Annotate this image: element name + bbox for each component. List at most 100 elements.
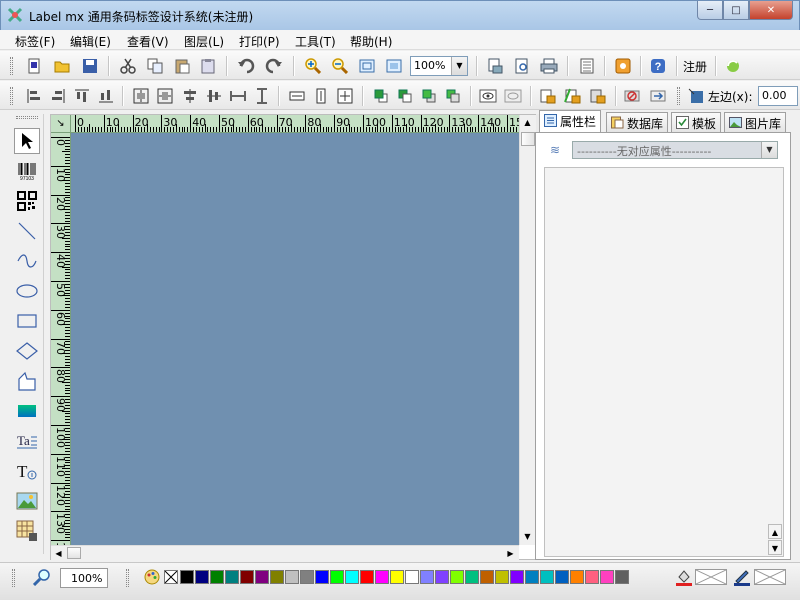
space-vertical-icon[interactable] [311, 86, 331, 106]
send-backward-icon[interactable] [443, 86, 463, 106]
color-swatch[interactable] [525, 570, 539, 584]
curve-tool[interactable] [14, 248, 40, 274]
color-swatch[interactable] [345, 570, 359, 584]
menu-layer[interactable]: 图层(L) [184, 33, 224, 50]
toolbox-grip[interactable] [16, 116, 38, 119]
align-center-icon[interactable] [180, 86, 200, 106]
hide-icon[interactable] [503, 86, 523, 106]
ruler-corner[interactable]: ↘ [51, 115, 71, 133]
tab-templates[interactable]: 模板 [671, 112, 722, 132]
horizontal-scrollbar[interactable]: ◀ ▶ [51, 545, 519, 560]
zoom-in-icon[interactable] [303, 56, 323, 76]
menu-help[interactable]: 帮助(H) [350, 33, 392, 50]
align-left-icon[interactable] [24, 86, 44, 106]
no-color-swatch[interactable] [164, 570, 178, 584]
export-icon[interactable] [648, 86, 668, 106]
settings-icon[interactable] [613, 56, 633, 76]
copy-icon[interactable] [145, 56, 165, 76]
actual-size-icon[interactable] [384, 56, 404, 76]
space-horizontal-icon[interactable] [287, 86, 307, 106]
color-swatch[interactable] [615, 570, 629, 584]
open-folder-icon[interactable] [52, 56, 72, 76]
new-icon[interactable] [24, 56, 44, 76]
image-tool[interactable] [14, 488, 40, 514]
scroll-right-icon[interactable]: ▶ [503, 546, 518, 561]
table-tool[interactable] [14, 518, 40, 544]
object-select[interactable]: ----------无对应属性---------- ▼ [572, 141, 778, 159]
menu-label[interactable]: 标签(F) [15, 33, 55, 50]
undo-icon[interactable] [236, 56, 256, 76]
menu-print[interactable]: 打印(P) [239, 33, 280, 50]
property-scrollbar[interactable]: ▲ ▼ [768, 524, 783, 556]
color-swatch[interactable] [195, 570, 209, 584]
lock-icon[interactable] [538, 86, 558, 106]
paste-icon[interactable] [172, 56, 192, 76]
list-icon[interactable] [577, 56, 597, 76]
print-icon[interactable] [539, 56, 559, 76]
line-tool[interactable] [14, 218, 40, 244]
text-block-tool[interactable]: Ta [14, 428, 40, 454]
scroll-down-icon[interactable]: ▼ [520, 529, 535, 544]
clipboard-icon[interactable] [198, 56, 218, 76]
color-swatch[interactable] [180, 570, 194, 584]
color-swatch[interactable] [270, 570, 284, 584]
color-swatch[interactable] [210, 570, 224, 584]
tab-properties[interactable]: 属性栏 [539, 110, 602, 132]
center-vertical-icon[interactable] [155, 86, 175, 106]
color-swatch[interactable] [600, 570, 614, 584]
color-swatch[interactable] [495, 570, 509, 584]
send-back-icon[interactable] [395, 86, 415, 106]
menu-edit[interactable]: 编辑(E) [70, 33, 111, 50]
vertical-scrollbar[interactable]: ▲ ▼ [519, 115, 536, 545]
color-swatch[interactable] [420, 570, 434, 584]
statusbar-grip[interactable] [126, 569, 129, 587]
toolbar-grip[interactable] [10, 87, 13, 105]
barcode-tool[interactable]: 97103 [14, 158, 40, 184]
help-icon[interactable]: ? [648, 56, 668, 76]
toolbar-grip[interactable] [10, 57, 13, 75]
minimize-button[interactable]: ─ [697, 1, 723, 20]
menu-view[interactable]: 查看(V) [127, 33, 169, 50]
fill-color-sample[interactable] [695, 569, 727, 585]
color-swatch[interactable] [300, 570, 314, 584]
color-swatch[interactable] [330, 570, 344, 584]
align-top-icon[interactable] [72, 86, 92, 106]
palette-icon[interactable] [142, 567, 162, 587]
diamond-tool[interactable] [14, 338, 40, 364]
lock-all-icon[interactable] [588, 86, 608, 106]
fit-page-icon[interactable] [357, 56, 377, 76]
horizontal-scroll-thumb[interactable] [67, 547, 81, 559]
pointer-tool[interactable] [14, 128, 40, 154]
color-swatch[interactable] [465, 570, 479, 584]
scroll-down-icon[interactable]: ▼ [768, 540, 782, 555]
disable-icon[interactable] [622, 86, 642, 106]
print-setup-icon[interactable] [485, 56, 505, 76]
zoom-out-icon[interactable] [330, 56, 350, 76]
property-grid[interactable]: ▲ ▼ [544, 167, 784, 557]
qrcode-tool[interactable] [14, 188, 40, 214]
color-swatch[interactable] [360, 570, 374, 584]
tab-image-library[interactable]: 图片库 [724, 112, 787, 132]
cut-icon[interactable] [118, 56, 138, 76]
save-icon[interactable] [80, 56, 100, 76]
color-swatch[interactable] [435, 570, 449, 584]
rectangle-tool[interactable] [14, 308, 40, 334]
line-color-icon[interactable] [732, 567, 752, 587]
show-icon[interactable] [478, 86, 498, 106]
center-both-icon[interactable] [335, 86, 355, 106]
bring-forward-icon[interactable] [419, 86, 439, 106]
close-button[interactable]: ✕ [749, 1, 793, 20]
text-tool[interactable]: T [14, 458, 40, 484]
color-swatch[interactable] [375, 570, 389, 584]
color-swatch[interactable] [555, 570, 569, 584]
chevron-down-icon[interactable]: ▼ [451, 57, 467, 75]
print-preview-icon[interactable] [512, 56, 532, 76]
zoom-status[interactable]: 100% [60, 568, 108, 588]
align-right-icon[interactable] [48, 86, 68, 106]
color-swatch[interactable] [480, 570, 494, 584]
align-bottom-icon[interactable] [96, 86, 116, 106]
unlock-icon[interactable] [563, 86, 583, 106]
color-swatch[interactable] [285, 570, 299, 584]
color-swatch[interactable] [510, 570, 524, 584]
color-swatch[interactable] [570, 570, 584, 584]
